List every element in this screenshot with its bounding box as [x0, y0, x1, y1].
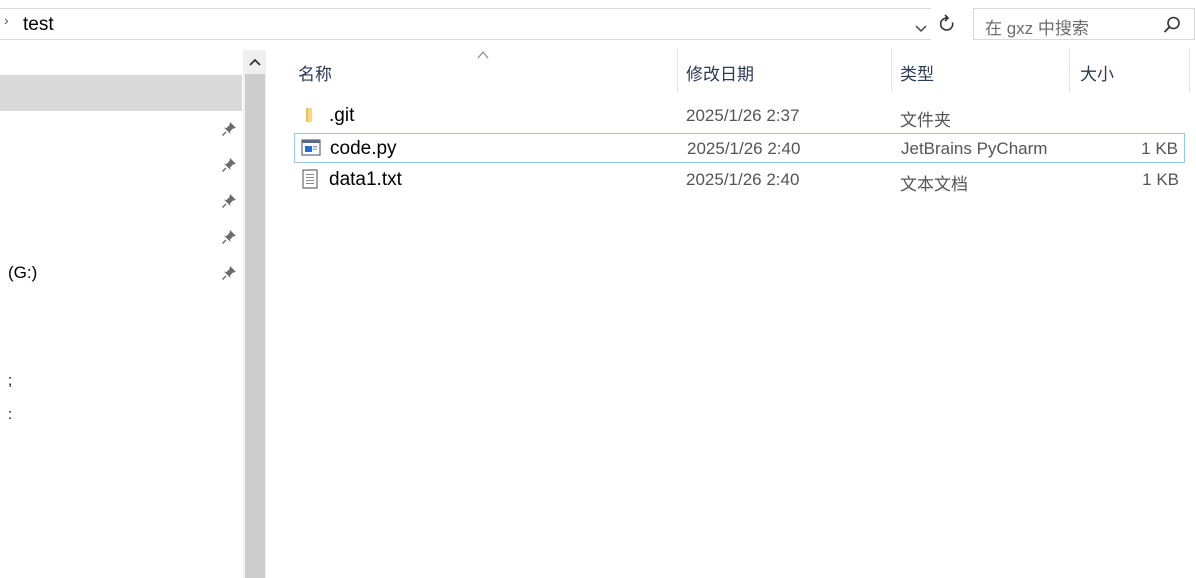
pin-icon[interactable] [220, 264, 238, 282]
nav-item-fragment[interactable]: ; [8, 372, 12, 389]
file-row-selected[interactable]: code.py 2025/1/26 2:40 JetBrains PyCharm… [294, 133, 1185, 163]
file-name: data1.txt [329, 169, 402, 190]
file-date: 2025/1/26 2:37 [686, 106, 800, 125]
column-divider[interactable] [1189, 48, 1190, 92]
pin-icon[interactable] [220, 192, 238, 210]
column-divider[interactable] [891, 48, 892, 92]
column-divider[interactable] [1069, 48, 1070, 92]
column-divider[interactable] [677, 48, 678, 92]
file-list: 名称 修改日期 类型 大小 .git 2025/1/26 2:37 文件夹 co… [268, 48, 1196, 578]
column-header-date[interactable]: 修改日期 [686, 48, 890, 92]
file-size: 1 KB [1141, 139, 1178, 158]
pin-icon[interactable] [220, 120, 238, 138]
text-file-icon [302, 169, 318, 189]
pin-icon[interactable] [220, 228, 238, 246]
search-placeholder: 在 gxz 中搜索 [985, 19, 1089, 38]
navigation-pane: (G:) ; : [0, 50, 242, 578]
scroll-up-button[interactable] [243, 50, 266, 74]
column-header-size[interactable]: 大小 [1080, 48, 1188, 92]
refresh-button[interactable] [934, 8, 960, 40]
chevron-down-icon[interactable] [912, 19, 930, 39]
file-name: .git [329, 105, 355, 126]
column-header-size-label: 大小 [1080, 65, 1114, 84]
file-row[interactable]: .git 2025/1/26 2:37 文件夹 [294, 101, 1185, 131]
folder-icon [306, 108, 312, 122]
nav-scrollbar[interactable] [243, 50, 266, 578]
file-date: 2025/1/26 2:40 [686, 170, 800, 189]
nav-item-fragment[interactable]: : [8, 406, 12, 423]
breadcrumb-current-folder[interactable]: test [23, 14, 54, 36]
refresh-icon [939, 14, 954, 31]
file-type: 文件夹 [900, 111, 951, 130]
column-header-type-label: 类型 [900, 65, 934, 84]
search-input[interactable]: 在 gxz 中搜索 [973, 8, 1195, 40]
chevron-up-icon [248, 58, 261, 66]
pin-icon[interactable] [220, 156, 238, 174]
pycharm-file-icon [301, 139, 321, 156]
file-date: 2025/1/26 2:40 [687, 139, 801, 158]
address-bar[interactable]: › test [0, 8, 931, 40]
column-header-type[interactable]: 类型 [900, 48, 1068, 92]
nav-item-drive-g[interactable]: (G:) [8, 263, 37, 283]
nav-item-selected[interactable] [0, 75, 242, 111]
file-type: 文本文档 [900, 175, 968, 194]
file-size: 1 KB [1142, 170, 1179, 189]
breadcrumb-arrow-icon[interactable]: › [4, 12, 9, 28]
column-header-name[interactable]: 名称 [298, 48, 676, 92]
column-header-name-label: 名称 [298, 65, 332, 84]
file-name: code.py [330, 138, 397, 159]
column-header-date-label: 修改日期 [686, 65, 754, 84]
search-icon[interactable] [1162, 15, 1182, 35]
scroll-thumb[interactable] [245, 74, 265, 578]
file-row[interactable]: data1.txt 2025/1/26 2:40 文本文档 1 KB [294, 165, 1185, 195]
file-type: JetBrains PyCharm [901, 139, 1048, 158]
